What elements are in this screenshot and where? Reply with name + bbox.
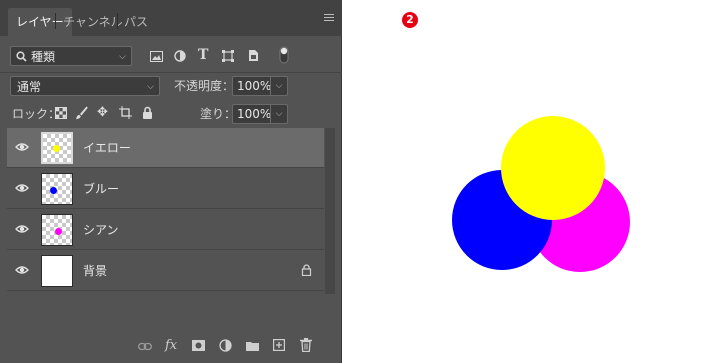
search-icon	[16, 51, 27, 62]
chevron-down-icon: ⌵	[119, 52, 126, 62]
layer-list-scrollbar[interactable]	[325, 128, 335, 294]
lock-position-icon[interactable]: ✥	[97, 106, 108, 119]
layer-thumbnail	[41, 255, 73, 287]
filter-kind-label: 種類	[31, 50, 56, 64]
visibility-eye-icon[interactable]	[15, 265, 29, 275]
tab-divider	[117, 13, 118, 29]
fill-label: 塗り：	[200, 107, 237, 121]
step-number-badge: 2	[402, 12, 418, 28]
chevron-down-icon[interactable]: ⌵	[270, 105, 287, 123]
layer-row-yellow[interactable]: イエロー	[7, 128, 324, 168]
layer-list: イエロー ブルー シアン 背景	[7, 128, 324, 294]
visibility-eye-icon[interactable]	[15, 142, 29, 152]
canvas-illustration	[452, 116, 630, 272]
yellow-dot	[53, 145, 60, 152]
blend-mode-select[interactable]: 通常 ⌵	[10, 76, 160, 96]
tab-channels[interactable]: チャンネル	[63, 8, 123, 36]
layer-name[interactable]: シアン	[83, 222, 119, 238]
layer-row-blue[interactable]: ブルー	[7, 169, 324, 209]
visibility-eye-icon[interactable]	[15, 224, 29, 234]
new-layer-icon[interactable]	[273, 339, 285, 351]
chevron-down-icon: ⌵	[147, 82, 154, 92]
blend-row: 通常 ⌵ 不透明度： 100% ⌵	[0, 73, 342, 99]
link-icon[interactable]	[138, 342, 152, 351]
filter-toggle-switch[interactable]	[279, 46, 289, 64]
layers-panel: レイヤー チャンネル パス 種類 ⌵ T 通常 ⌵ 不透明度： 100% ⌵ ロ…	[0, 0, 342, 363]
type-filter-icon[interactable]: T	[198, 48, 208, 62]
panel-tab-bar: レイヤー チャンネル パス	[0, 0, 342, 36]
fx-icon[interactable]: fx	[165, 338, 177, 354]
lock-label: ロック：	[12, 107, 61, 121]
fill-value: 100%	[237, 107, 272, 121]
layer-row-background[interactable]: 背景	[7, 251, 324, 291]
filter-row: 種類 ⌵ T	[0, 36, 342, 72]
layer-row-cyan[interactable]: シアン	[7, 210, 324, 250]
lock-transparent-pixels-icon[interactable]	[55, 107, 67, 119]
layer-name[interactable]: 背景	[83, 263, 107, 279]
opacity-value: 100%	[237, 79, 272, 93]
mask-icon[interactable]	[192, 340, 205, 351]
pixel-filter-icon[interactable]	[150, 51, 163, 62]
lock-image-pixels-icon[interactable]	[75, 106, 88, 120]
layer-thumbnail	[41, 214, 73, 246]
lock-all-icon[interactable]	[142, 106, 153, 119]
opacity-input[interactable]: 100% ⌵	[232, 76, 288, 96]
lock-artboard-icon[interactable]	[119, 106, 132, 119]
yellow-circle	[501, 116, 605, 220]
chevron-down-icon[interactable]: ⌵	[270, 77, 287, 95]
tab-divider	[55, 13, 56, 29]
layer-thumbnail	[41, 173, 73, 205]
opacity-label: 不透明度：	[174, 79, 235, 93]
blend-mode-label: 通常	[17, 80, 42, 94]
folder-icon[interactable]	[246, 341, 259, 351]
lock-icon	[301, 264, 312, 276]
layer-thumbnail	[41, 132, 73, 164]
blue-dot	[50, 187, 57, 194]
magenta-dot	[55, 228, 62, 235]
fill-input[interactable]: 100% ⌵	[232, 104, 288, 124]
adjustment-filter-icon[interactable]	[174, 50, 186, 62]
smart-object-filter-icon[interactable]	[248, 49, 259, 62]
panel-bottom-bar: fx	[0, 332, 342, 363]
filter-kind-select[interactable]: 種類 ⌵	[10, 46, 132, 66]
layer-name[interactable]: イエロー	[83, 140, 131, 156]
shape-filter-icon[interactable]	[222, 50, 234, 62]
panel-menu-icon[interactable]	[324, 14, 334, 23]
trash-icon[interactable]	[300, 338, 312, 352]
lock-row: ロック： ✥ 塗り： 100% ⌵	[0, 100, 342, 126]
visibility-eye-icon[interactable]	[15, 183, 29, 193]
adjustment-icon[interactable]	[219, 339, 232, 352]
layer-name[interactable]: ブルー	[83, 181, 119, 197]
tab-paths[interactable]: パス	[124, 8, 148, 36]
